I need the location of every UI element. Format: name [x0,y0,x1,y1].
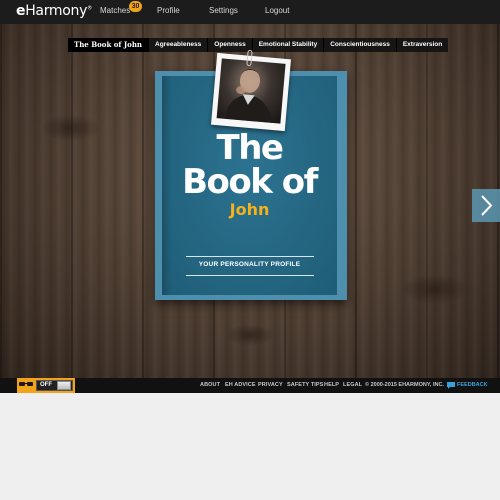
feedback-link[interactable]: FEEDBACK [457,382,488,388]
copyright-text: © 2000-2015 EHARMONY, INC. [365,382,444,388]
chevron-right-icon [481,195,493,216]
tab-extraversion[interactable]: Extraversion [397,38,448,52]
tab-conscientiousness[interactable]: Conscientiousness [324,38,397,52]
nav-matches[interactable]: Matches [100,6,130,15]
nav-profile[interactable]: Profile [157,6,180,15]
wood-knot [225,324,275,346]
divider-bottom [186,275,314,276]
tab-openness[interactable]: Openness [208,38,253,52]
tab-the-book-of-john[interactable]: The Book of John [68,38,150,52]
toggle-knob[interactable] [57,381,71,390]
footer-link-safety-tips[interactable]: SAFETY TIPS [287,382,323,388]
book-title-name: John [229,200,270,219]
matches-count-badge: 30 [129,1,142,12]
glasses-icon [19,382,33,386]
logo-text: Harmony [25,3,88,19]
divider-top [186,256,314,257]
logo-prefix: e [16,3,26,19]
person-silhouette [224,68,273,123]
book-title-line2: Book of [182,162,318,202]
book-subtitle: YOUR PERSONALITY PROFILE [198,261,301,268]
chapter-tabs: The Book of John Agreeableness Openness … [68,38,449,52]
footer-link-privacy[interactable]: PRIVACY [258,382,283,388]
footer-link-legal[interactable]: LEGAL [343,382,362,388]
logo-registered-mark: ® [87,5,92,12]
chat-bubble-icon [447,382,455,389]
toggle-label: OFF [40,382,52,388]
nav-logout[interactable]: Logout [265,6,289,15]
wood-knot [40,114,100,142]
nav-settings[interactable]: Settings [209,6,238,15]
footer-link-help[interactable]: HELP [324,382,339,388]
top-nav-bar: eHarmony® Matches 30 Profile Settings Lo… [0,0,500,24]
tab-emotional-stability[interactable]: Emotional Stability [253,38,325,52]
wood-knot [400,274,470,304]
footer-link-about[interactable]: ABOUT [200,382,220,388]
footer-link-eh-advice[interactable]: EH ADVICE [225,382,256,388]
tab-agreeableness[interactable]: Agreeableness [149,38,209,52]
eharmony-logo[interactable]: eHarmony® [16,3,92,19]
profile-photo [216,58,286,124]
next-page-button[interactable] [472,189,500,222]
